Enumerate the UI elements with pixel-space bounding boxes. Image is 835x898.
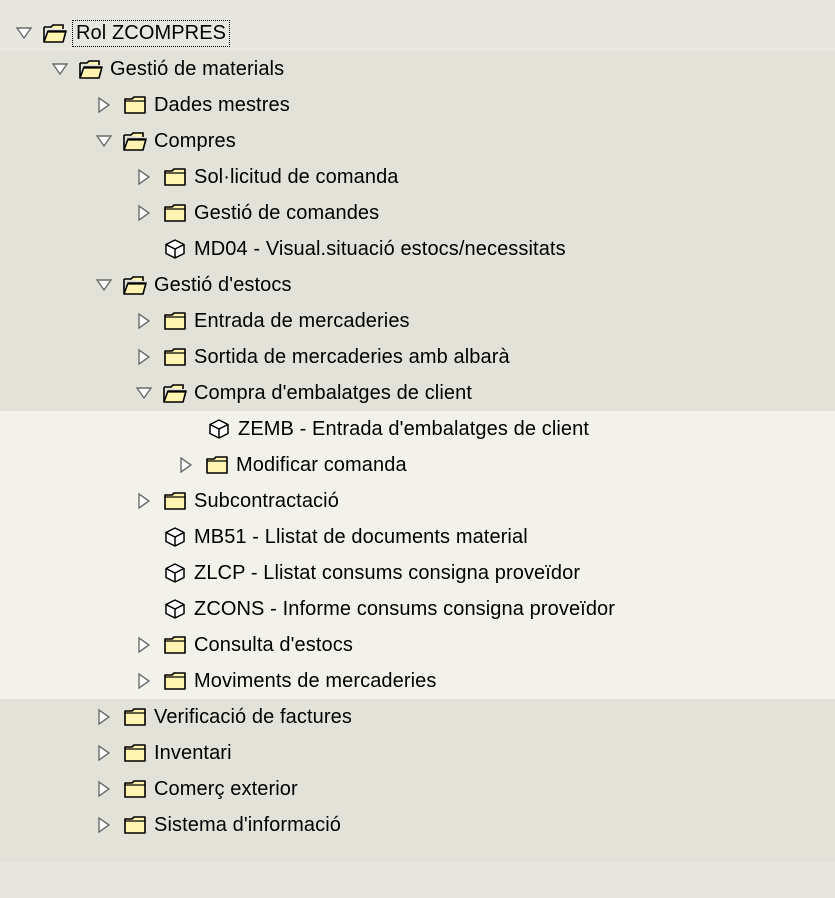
tree-node-root[interactable]: Rol ZCOMPRES [0, 15, 835, 51]
collapse-toggle-icon[interactable] [134, 491, 154, 511]
collapse-toggle-icon[interactable] [94, 779, 114, 799]
collapse-toggle-icon[interactable] [134, 203, 154, 223]
tree-node-md04[interactable]: MD04 - Visual.situació estocs/necessitat… [0, 231, 835, 267]
folder-open-icon [162, 382, 188, 404]
tree-node-label: Sistema d'informació [154, 813, 341, 836]
transaction-cube-icon [162, 526, 188, 548]
folder-icon [162, 202, 188, 224]
folder-icon [122, 706, 148, 728]
expand-toggle-icon[interactable] [94, 131, 114, 151]
tree-node-compra-embalatges[interactable]: Compra d'embalatges de client [0, 375, 835, 411]
collapse-toggle-icon[interactable] [134, 635, 154, 655]
tree-node-label: Sortida de mercaderies amb albarà [194, 345, 510, 368]
tree-node-comerc-exterior[interactable]: Comerç exterior [0, 771, 835, 807]
tree-node-label: Entrada de mercaderies [194, 309, 410, 332]
tree-node-label: Gestió de comandes [194, 201, 380, 224]
collapse-toggle-icon[interactable] [134, 167, 154, 187]
tree-node-label: MB51 - Llistat de documents material [194, 525, 528, 548]
tree-node-gestio-comandes[interactable]: Gestió de comandes [0, 195, 835, 231]
tree-node-sollicitud[interactable]: Sol·licitud de comanda [0, 159, 835, 195]
folder-icon [122, 778, 148, 800]
collapse-toggle-icon[interactable] [134, 347, 154, 367]
collapse-toggle-icon[interactable] [134, 671, 154, 691]
tree-node-label: Sol·licitud de comanda [194, 165, 399, 188]
tree-node-label: Compres [154, 129, 236, 152]
tree-node-label: Rol ZCOMPRES [71, 19, 231, 47]
tree-node-modificar-comanda[interactable]: Modificar comanda [0, 447, 835, 483]
tree-node-label: ZCONS - Informe consums consigna proveïd… [194, 597, 616, 620]
folder-open-icon [42, 22, 68, 44]
tree-node-consulta-estocs[interactable]: Consulta d'estocs [0, 627, 835, 663]
collapse-toggle-icon[interactable] [94, 815, 114, 835]
tree-node-mb51[interactable]: MB51 - Llistat de documents material [0, 519, 835, 555]
collapse-toggle-icon[interactable] [176, 455, 196, 475]
tree-node-label: Modificar comanda [236, 453, 407, 476]
folder-open-icon [122, 130, 148, 152]
tree-node-zcons[interactable]: ZCONS - Informe consums consigna proveïd… [0, 591, 835, 627]
folder-icon [162, 166, 188, 188]
folder-icon [122, 814, 148, 836]
tree-node-label: Verificació de factures [154, 705, 352, 728]
tree-node-label: Inventari [154, 741, 232, 764]
tree-node-label: ZEMB - Entrada d'embalatges de client [238, 417, 590, 440]
tree-node-label: Dades mestres [154, 93, 290, 116]
menu-tree: Rol ZCOMPRES Gestió de materials Dades m… [0, 0, 835, 898]
collapse-toggle-icon[interactable] [134, 311, 154, 331]
tree-node-label: ZLCP - Llistat consums consigna proveïdo… [194, 561, 581, 584]
tree-node-label: Consulta d'estocs [194, 633, 353, 656]
tree-node-label: Gestió de materials [110, 57, 285, 80]
tree-node-label: Moviments de mercaderies [194, 669, 437, 692]
expand-toggle-icon[interactable] [14, 23, 34, 43]
transaction-cube-icon [206, 418, 232, 440]
tree-node-moviments[interactable]: Moviments de mercaderies [0, 663, 835, 699]
folder-icon [162, 310, 188, 332]
expand-toggle-icon[interactable] [94, 275, 114, 295]
folder-icon [162, 634, 188, 656]
tree-node-gestio-estocs[interactable]: Gestió d'estocs [0, 267, 835, 303]
tree-node-zemb[interactable]: ZEMB - Entrada d'embalatges de client [0, 411, 835, 447]
folder-icon [162, 490, 188, 512]
transaction-cube-icon [162, 598, 188, 620]
folder-icon [162, 346, 188, 368]
tree-node-sistema-informacio[interactable]: Sistema d'informació [0, 807, 835, 843]
collapse-toggle-icon[interactable] [94, 743, 114, 763]
tree-node-dades-mestres[interactable]: Dades mestres [0, 87, 835, 123]
folder-open-icon [122, 274, 148, 296]
collapse-toggle-icon[interactable] [94, 95, 114, 115]
tree-node-entrada[interactable]: Entrada de mercaderies [0, 303, 835, 339]
tree-node-label: Subcontractació [194, 489, 339, 512]
collapse-toggle-icon[interactable] [94, 707, 114, 727]
tree-node-label: Comerç exterior [154, 777, 298, 800]
tree-node-compres[interactable]: Compres [0, 123, 835, 159]
folder-icon [162, 670, 188, 692]
transaction-cube-icon [162, 562, 188, 584]
tree-node-sortida[interactable]: Sortida de mercaderies amb albarà [0, 339, 835, 375]
tree-node-label: Gestió d'estocs [154, 273, 292, 296]
folder-icon [204, 454, 230, 476]
folder-icon [122, 94, 148, 116]
transaction-cube-icon [162, 238, 188, 260]
tree-background [0, 862, 835, 898]
expand-toggle-icon[interactable] [50, 59, 70, 79]
folder-open-icon [78, 58, 104, 80]
tree-node-zlcp[interactable]: ZLCP - Llistat consums consigna proveïdo… [0, 555, 835, 591]
tree-node-gestio-materials[interactable]: Gestió de materials [0, 51, 835, 87]
tree-node-verificacio[interactable]: Verificació de factures [0, 699, 835, 735]
tree-node-inventari[interactable]: Inventari [0, 735, 835, 771]
tree-node-subcontractacio[interactable]: Subcontractació [0, 483, 835, 519]
tree-node-label: MD04 - Visual.situació estocs/necessitat… [194, 237, 566, 260]
folder-icon [122, 742, 148, 764]
tree-node-label: Compra d'embalatges de client [194, 381, 472, 404]
expand-toggle-icon[interactable] [134, 383, 154, 403]
